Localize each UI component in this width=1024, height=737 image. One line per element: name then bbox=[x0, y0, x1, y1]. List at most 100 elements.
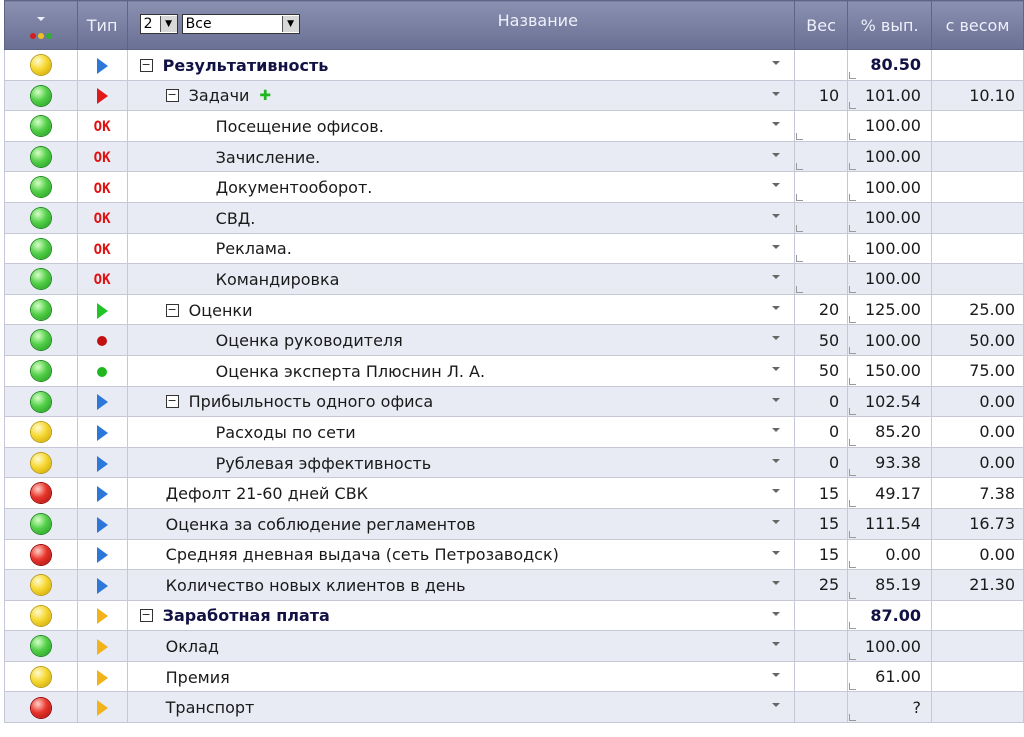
table-row[interactable]: − Результативность 80.50 bbox=[4, 49, 1024, 81]
percent-cell[interactable]: 100.00 bbox=[847, 630, 932, 662]
percent-cell[interactable]: 100.00 bbox=[847, 171, 932, 203]
weight-cell[interactable] bbox=[794, 691, 849, 724]
row-menu-chevron-icon[interactable] bbox=[772, 213, 781, 218]
red-arrow-icon[interactable] bbox=[96, 88, 108, 105]
row-menu-chevron-icon[interactable] bbox=[772, 642, 781, 647]
weight-cell[interactable]: 20 bbox=[794, 293, 849, 326]
weight-cell[interactable] bbox=[794, 49, 849, 81]
table-row[interactable]: Количество новых клиентов в день 25 85.19 2… bbox=[4, 569, 1024, 601]
weight-cell[interactable]: 25 bbox=[794, 569, 849, 601]
orange-arrow-icon[interactable] bbox=[96, 700, 108, 717]
percent-cell[interactable]: 125.00 bbox=[847, 293, 932, 326]
green-arrow-icon[interactable] bbox=[96, 302, 108, 319]
weight-cell[interactable]: 0 bbox=[794, 446, 849, 479]
blue-arrow-icon[interactable] bbox=[96, 424, 108, 441]
row-menu-chevron-icon[interactable] bbox=[772, 91, 781, 96]
weight-cell[interactable] bbox=[794, 171, 849, 203]
name-column-title[interactable]: Название bbox=[498, 11, 578, 30]
percent-cell[interactable]: 111.54 bbox=[847, 507, 932, 540]
blue-arrow-icon[interactable] bbox=[96, 57, 108, 74]
percent-cell[interactable]: ? bbox=[847, 691, 932, 724]
weight-column-header[interactable]: Вес bbox=[794, 0, 849, 50]
orange-arrow-icon[interactable] bbox=[96, 639, 108, 656]
table-row[interactable]: Оценка за соблюдение регламентов 15 111.54… bbox=[4, 507, 1024, 540]
row-menu-chevron-icon[interactable] bbox=[772, 550, 781, 555]
table-row[interactable]: OK СВД. 100.00 bbox=[4, 201, 1024, 234]
table-row[interactable]: Премия 61.00 bbox=[4, 660, 1024, 693]
percent-cell[interactable]: 100.00 bbox=[847, 232, 932, 265]
chevron-down-icon[interactable]: ▼ bbox=[159, 16, 177, 32]
level-select[interactable]: 2 ▼ bbox=[139, 14, 178, 34]
table-row[interactable]: Средняя дневная выдача (сеть Петрозаводс… bbox=[4, 538, 1024, 571]
table-row[interactable]: OK Посещение офисов. 100.00 bbox=[4, 110, 1024, 142]
weight-cell[interactable] bbox=[794, 201, 849, 234]
percent-cell[interactable]: 85.19 bbox=[847, 569, 932, 601]
weight-cell[interactable] bbox=[794, 263, 849, 295]
table-row[interactable]: − Задачи ✚ 10 101.00 10.10 bbox=[4, 79, 1024, 112]
collapse-toggle-icon[interactable]: − bbox=[165, 395, 179, 409]
orange-arrow-icon[interactable] bbox=[96, 669, 108, 686]
percent-cell[interactable]: 100.00 bbox=[847, 263, 932, 295]
table-row[interactable]: Расходы по сети 0 85.20 0.00 bbox=[4, 416, 1024, 448]
table-row[interactable]: Дефолт 21-60 дней СВК 15 49.17 7.38 bbox=[4, 477, 1024, 509]
percent-cell[interactable]: 61.00 bbox=[847, 660, 932, 693]
row-menu-chevron-icon[interactable] bbox=[772, 489, 781, 494]
percent-cell[interactable]: 85.20 bbox=[847, 416, 932, 448]
weight-cell[interactable] bbox=[794, 110, 849, 142]
sort-caret-icon[interactable] bbox=[36, 16, 45, 21]
table-row[interactable]: OK Документооборот. 100.00 bbox=[4, 171, 1024, 203]
blue-arrow-icon[interactable] bbox=[96, 516, 108, 533]
weight-cell[interactable] bbox=[794, 660, 849, 693]
percent-cell[interactable]: 102.54 bbox=[847, 385, 932, 418]
percent-cell[interactable]: 93.38 bbox=[847, 446, 932, 479]
row-menu-chevron-icon[interactable] bbox=[772, 428, 781, 433]
row-menu-chevron-icon[interactable] bbox=[772, 275, 781, 280]
row-menu-chevron-icon[interactable] bbox=[772, 703, 781, 708]
row-menu-chevron-icon[interactable] bbox=[772, 458, 781, 463]
weight-cell[interactable]: 0 bbox=[794, 416, 849, 448]
table-row[interactable]: Оценка руководителя 50 100.00 50.00 bbox=[4, 324, 1024, 356]
row-menu-chevron-icon[interactable] bbox=[772, 305, 781, 310]
row-menu-chevron-icon[interactable] bbox=[772, 611, 781, 616]
weight-cell[interactable]: 15 bbox=[794, 507, 849, 540]
percent-column-header[interactable]: % вып. bbox=[847, 0, 932, 50]
table-row[interactable]: − Прибыльность одного офиса 0 102.54 0.00 bbox=[4, 385, 1024, 418]
orange-arrow-icon[interactable] bbox=[96, 608, 108, 625]
table-row[interactable]: OK Зачисление. 100.00 bbox=[4, 140, 1024, 173]
row-menu-chevron-icon[interactable] bbox=[772, 581, 781, 586]
percent-cell[interactable]: 150.00 bbox=[847, 354, 932, 387]
weight-cell[interactable]: 15 bbox=[794, 538, 849, 571]
percent-cell[interactable]: 100.00 bbox=[847, 110, 932, 142]
status-column-header[interactable] bbox=[4, 0, 78, 50]
row-menu-chevron-icon[interactable] bbox=[772, 244, 781, 249]
row-menu-chevron-icon[interactable] bbox=[772, 61, 781, 65]
table-row[interactable]: − Оценки 20 125.00 25.00 bbox=[4, 293, 1024, 326]
row-menu-chevron-icon[interactable] bbox=[772, 397, 781, 402]
blue-arrow-icon[interactable] bbox=[96, 577, 108, 594]
percent-cell[interactable]: 100.00 bbox=[847, 324, 932, 356]
weight-cell[interactable]: 50 bbox=[794, 324, 849, 356]
percent-cell[interactable]: 80.50 bbox=[847, 49, 932, 81]
row-menu-chevron-icon[interactable] bbox=[772, 366, 781, 371]
chevron-down-icon[interactable]: ▼ bbox=[281, 16, 299, 32]
collapse-toggle-icon[interactable]: − bbox=[139, 58, 153, 72]
percent-cell[interactable]: 0.00 bbox=[847, 538, 932, 571]
blue-arrow-icon[interactable] bbox=[96, 547, 108, 564]
weighted-column-header[interactable]: с весом bbox=[930, 0, 1024, 50]
row-menu-chevron-icon[interactable] bbox=[772, 183, 781, 188]
row-menu-chevron-icon[interactable] bbox=[772, 519, 781, 524]
row-menu-chevron-icon[interactable] bbox=[772, 672, 781, 677]
percent-cell[interactable]: 100.00 bbox=[847, 140, 932, 173]
table-row[interactable]: OK Командировка 100.00 bbox=[4, 263, 1024, 295]
weight-cell[interactable] bbox=[794, 232, 849, 265]
type-column-header[interactable]: Тип bbox=[76, 0, 128, 50]
weight-cell[interactable] bbox=[794, 599, 849, 632]
percent-cell[interactable]: 87.00 bbox=[847, 599, 932, 632]
weight-cell[interactable]: 50 bbox=[794, 354, 849, 387]
percent-cell[interactable]: 101.00 bbox=[847, 79, 932, 112]
row-menu-chevron-icon[interactable] bbox=[772, 122, 781, 127]
collapse-toggle-icon[interactable]: − bbox=[165, 303, 179, 317]
weight-cell[interactable]: 15 bbox=[794, 477, 849, 509]
blue-arrow-icon[interactable] bbox=[96, 394, 108, 411]
table-row[interactable]: Оклад 100.00 bbox=[4, 630, 1024, 662]
